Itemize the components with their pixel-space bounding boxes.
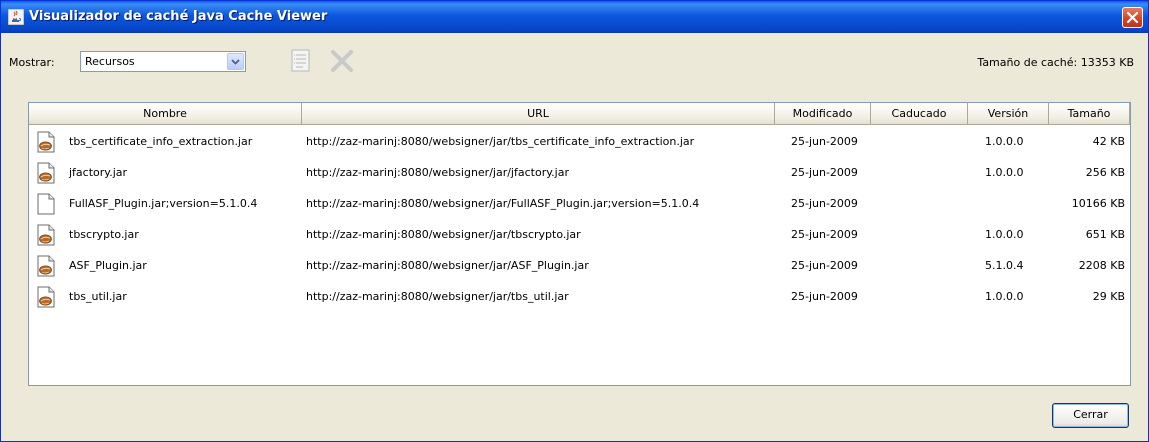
file-name: tbs_util.jar (69, 290, 127, 303)
column-header-url[interactable]: URL (302, 103, 775, 125)
jar-file-icon (37, 224, 55, 246)
cell-version (985, 188, 1045, 219)
cell-caducado (875, 157, 965, 188)
cell-nombre: ASF_Plugin.jar (29, 250, 302, 281)
cell-caducado (875, 219, 965, 250)
cell-url: http://zaz-marinj:8080/websigner/jar/jfa… (306, 166, 569, 179)
close-window-button[interactable] (1122, 7, 1143, 28)
cell-url: http://zaz-marinj:8080/websigner/jar/tbs… (306, 228, 581, 241)
jar-file-icon (37, 255, 55, 277)
cell-caducado (875, 250, 965, 281)
delete-icon (331, 50, 353, 72)
close-button[interactable]: Cerrar (1052, 403, 1129, 428)
cell-caducado (875, 126, 965, 157)
blank-file-icon (37, 193, 55, 215)
cell-modificado: 25-jun-2009 (791, 228, 858, 241)
cell-nombre: tbscrypto.jar (29, 219, 302, 250)
cell-version: 1.0.0.0 (985, 228, 1024, 241)
cell-caducado (875, 188, 965, 219)
file-name: jfactory.jar (69, 166, 128, 179)
delete-button[interactable] (328, 47, 356, 75)
title-bar[interactable]: Visualizador de caché Java Cache Viewer (1, 1, 1148, 33)
column-header-caducado[interactable]: Caducado (871, 103, 968, 125)
cell-url: http://zaz-marinj:8080/websigner/jar/Ful… (306, 197, 700, 210)
table-row[interactable]: tbs_certificate_info_extraction.jar http:… (29, 126, 1130, 157)
table-header: Nombre URL Modificado Caducado Versión T… (29, 103, 1130, 125)
table-row[interactable]: ASF_Plugin.jar http://zaz-marinj:8080/web… (29, 250, 1130, 281)
column-header-nombre[interactable]: Nombre (29, 103, 302, 125)
cell-modificado: 25-jun-2009 (791, 290, 858, 303)
table-row[interactable]: tbscrypto.jar http://zaz-marinj:8080/webs… (29, 219, 1130, 250)
properties-button[interactable] (287, 47, 315, 75)
cell-tamano: 10166 KB (1071, 197, 1125, 210)
cache-size-label: Tamaño de caché: 13353 KB (977, 56, 1134, 69)
chevron-down-icon (231, 59, 240, 65)
cell-nombre: FullASF_Plugin.jar;version=5.1.0.4 (29, 188, 302, 219)
cell-url: http://zaz-marinj:8080/websigner/jar/tbs… (306, 135, 695, 148)
jar-file-icon (37, 162, 55, 184)
cell-modificado: 25-jun-2009 (791, 166, 858, 179)
cell-version: 1.0.0.0 (985, 290, 1024, 303)
cell-tamano: 29 KB (1092, 290, 1125, 303)
dropdown-button[interactable] (227, 53, 244, 70)
file-name: ASF_Plugin.jar (69, 259, 147, 272)
cell-nombre: tbs_certificate_info_extraction.jar (29, 126, 302, 157)
file-name: FullASF_Plugin.jar;version=5.1.0.4 (69, 197, 258, 210)
column-header-version[interactable]: Versión (968, 103, 1049, 125)
cell-url: http://zaz-marinj:8080/websigner/jar/tbs… (306, 290, 569, 303)
close-icon (1126, 11, 1139, 24)
cell-tamano: 42 KB (1092, 135, 1125, 148)
cell-modificado: 25-jun-2009 (791, 135, 858, 148)
file-name: tbs_certificate_info_extraction.jar (69, 135, 253, 148)
window-title: Visualizador de caché Java Cache Viewer (29, 9, 328, 24)
show-select[interactable]: Recursos (80, 51, 246, 72)
cache-table[interactable]: Nombre URL Modificado Caducado Versión T… (28, 102, 1131, 386)
cell-tamano: 2208 KB (1078, 259, 1125, 272)
column-header-modificado[interactable]: Modificado (775, 103, 871, 125)
show-select-value: Recursos (85, 55, 135, 68)
cell-tamano: 256 KB (1085, 166, 1125, 179)
cell-tamano: 651 KB (1085, 228, 1125, 241)
cell-nombre: tbs_util.jar (29, 281, 302, 312)
show-label: Mostrar: (9, 56, 55, 69)
table-row[interactable]: tbs_util.jar http://zaz-marinj:8080/websi… (29, 281, 1130, 312)
jar-file-icon (37, 131, 55, 153)
cell-version: 1.0.0.0 (985, 135, 1024, 148)
column-header-tamano[interactable]: Tamaño (1049, 103, 1130, 125)
cell-modificado: 25-jun-2009 (791, 259, 858, 272)
java-cache-viewer-window: Visualizador de caché Java Cache Viewer … (0, 0, 1149, 442)
table-row[interactable]: FullASF_Plugin.jar;version=5.1.0.4 http:/… (29, 188, 1130, 219)
java-coffee-icon (8, 9, 24, 25)
table-row[interactable]: jfactory.jar http://zaz-marinj:8080/websi… (29, 157, 1130, 188)
cell-version: 1.0.0.0 (985, 166, 1024, 179)
jar-file-icon (37, 286, 55, 308)
properties-icon (291, 49, 310, 72)
cell-version: 5.1.0.4 (985, 259, 1024, 272)
file-name: tbscrypto.jar (69, 228, 139, 241)
cell-url: http://zaz-marinj:8080/websigner/jar/ASF… (306, 259, 589, 272)
cell-nombre: jfactory.jar (29, 157, 302, 188)
cell-caducado (875, 281, 965, 312)
cell-modificado: 25-jun-2009 (791, 197, 858, 210)
